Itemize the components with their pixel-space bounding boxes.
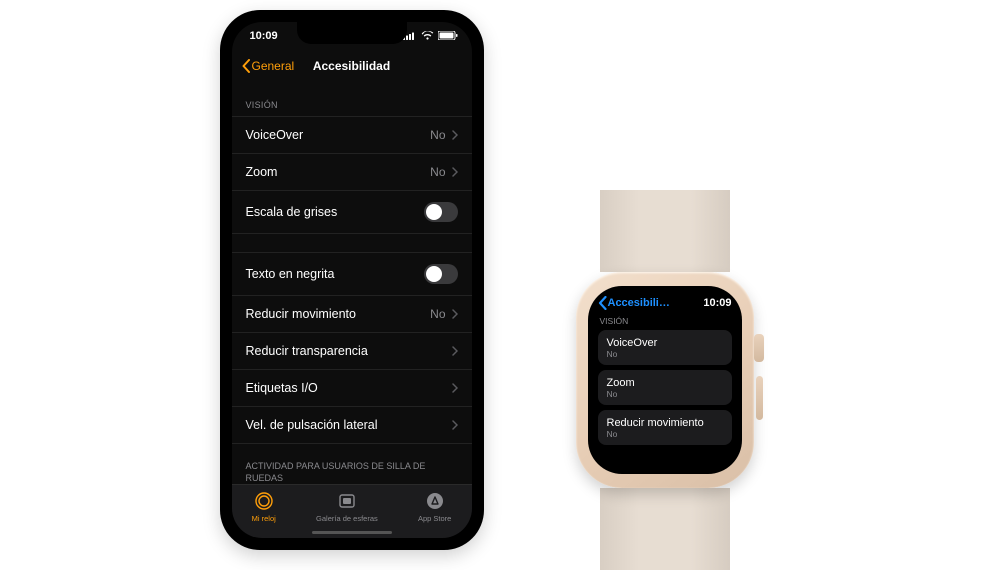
row-io-labels[interactable]: Etiquetas I/O [232,370,472,407]
row-value: No [607,389,723,399]
chevron-right-icon [452,420,458,430]
wifi-icon [421,31,434,40]
row-value: No [430,128,445,142]
section-header-vision: VISIÓN [232,82,472,116]
row-label: Zoom [607,377,723,389]
chevron-right-icon [452,130,458,140]
chevron-left-icon [242,59,250,73]
row-value: No [607,349,723,359]
chevron-right-icon [452,383,458,393]
chevron-left-icon [598,296,607,310]
back-button[interactable]: General [242,59,295,73]
nav-bar: General Accesibilidad [232,50,472,82]
iphone-screen: 10:09 General A [232,22,472,538]
side-button[interactable] [756,376,763,420]
row-reduce-transparency[interactable]: Reducir transparencia [232,333,472,370]
tab-label: App Store [418,514,451,523]
tab-app-store[interactable]: App Store [418,491,451,523]
home-indicator [312,531,392,534]
row-label: Reducir transparencia [246,344,368,358]
tab-bar: Mi reloj Galería de esferas App Store [232,484,472,538]
tab-label: Galería de esferas [316,514,378,523]
watch-section-vision: VISIÓN [600,316,730,326]
chevron-right-icon [452,346,458,356]
row-value: No [430,165,445,179]
watch-back-label: Accesibili… [608,297,670,309]
watch-band-top [600,190,730,272]
chevron-right-icon [452,309,458,319]
row-zoom[interactable]: Zoom No [232,154,472,191]
chevron-right-icon [452,167,458,177]
row-voiceover[interactable]: VoiceOver No [232,117,472,154]
tab-label: Mi reloj [252,514,276,523]
watch-back-button[interactable]: Accesibili… [598,296,670,310]
page-title: Accesibilidad [313,59,390,73]
row-label: Texto en negrita [246,267,335,281]
watch-row-voiceover[interactable]: VoiceOver No [598,330,732,365]
row-label: VoiceOver [246,128,304,142]
row-label: Escala de grises [246,205,338,219]
watch-screen: Accesibili… 10:09 VISIÓN VoiceOver No Zo… [588,286,742,474]
digital-crown[interactable] [754,334,764,362]
apple-watch: Accesibili… 10:09 VISIÓN VoiceOver No Zo… [560,190,770,570]
watch-time: 10:09 [703,297,731,309]
row-label: VoiceOver [607,337,723,349]
row-value: No [607,429,723,439]
back-label: General [252,59,295,73]
battery-icon [438,31,458,40]
tab-face-gallery[interactable]: Galería de esferas [316,491,378,523]
status-time: 10:09 [250,30,278,42]
row-grayscale[interactable]: Escala de grises [232,191,472,233]
row-bold-text[interactable]: Texto en negrita [232,253,472,296]
row-side-click-speed[interactable]: Vel. de pulsación lateral [232,407,472,443]
watch-row-zoom[interactable]: Zoom No [598,370,732,405]
row-value: No [430,307,445,321]
row-label: Reducir movimiento [607,417,723,429]
notch [297,22,407,44]
toggle-bold-text[interactable] [424,264,458,284]
row-label: Zoom [246,165,278,179]
tab-my-watch[interactable]: Mi reloj [252,491,276,523]
toggle-grayscale[interactable] [424,202,458,222]
row-label: Reducir movimiento [246,307,356,321]
watch-row-reduce-motion[interactable]: Reducir movimiento No [598,410,732,445]
iphone-frame: 10:09 General A [220,10,484,550]
watch-case: Accesibili… 10:09 VISIÓN VoiceOver No Zo… [576,272,754,488]
watch-band-bottom [600,488,730,570]
gallery-icon [337,491,357,511]
watch-icon [254,491,274,511]
row-reduce-motion[interactable]: Reducir movimiento No [232,296,472,333]
row-label: Vel. de pulsación lateral [246,418,378,432]
row-label: Etiquetas I/O [246,381,318,395]
appstore-icon [425,491,445,511]
